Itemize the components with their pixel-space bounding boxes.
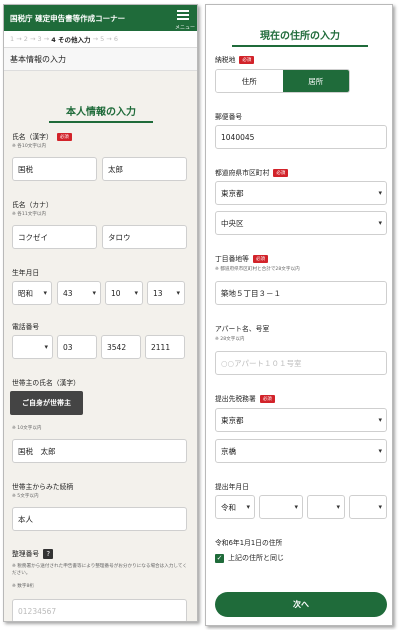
name-kana-note: ※ 各11文字以内 — [12, 212, 47, 217]
submit-year-select[interactable] — [259, 495, 303, 519]
phone-type-select[interactable] — [12, 335, 53, 359]
submit-month-select[interactable] — [307, 495, 345, 519]
menu-label[interactable]: メニュー — [175, 24, 195, 31]
address-heading: 現在の住所の入力 — [232, 27, 368, 47]
next-button[interactable]: 次へ — [215, 592, 387, 617]
relation-label: 世帯主からみた続柄 — [12, 483, 74, 491]
ref-number-input[interactable]: 01234567 — [12, 599, 187, 621]
phone-label: 電話番号 — [12, 323, 40, 331]
tax-place-address-option[interactable]: 住所 — [216, 70, 283, 92]
submit-day-select[interactable] — [349, 495, 387, 519]
postal-code-input[interactable]: 1040045 — [215, 125, 387, 149]
required-badge: 必須 — [239, 56, 255, 64]
required-badge: 必須 — [259, 395, 275, 403]
birthday-label: 生年月日 — [12, 269, 40, 277]
apartment-input[interactable]: ○○アパート１０１号室 — [215, 351, 387, 375]
first-name-kanji-input[interactable]: 太郎 — [102, 157, 187, 181]
birthday-era-select[interactable]: 昭和 — [12, 281, 52, 305]
submit-era-select[interactable]: 令和 — [215, 495, 255, 519]
tax-office-label: 提出先税務署 必須 — [215, 393, 275, 403]
left-panel: 国税庁 確定申告書等作成コーナー メニュー 1 → 2 → 3 → 4 その他入… — [3, 4, 198, 622]
name-kanji-note: ※ 各10文字以内 — [12, 144, 47, 149]
checkmark-icon[interactable]: ✓ — [215, 553, 224, 563]
birthday-year-select[interactable]: 43 — [57, 281, 101, 305]
right-panel: 現在の住所の入力 納税地 必須 住所 居所 郵便番号 1040045 都道府県市区… — [205, 4, 393, 626]
app-title: 国税庁 確定申告書等作成コーナー — [10, 13, 126, 23]
phone-part1-input[interactable]: 03 — [57, 335, 97, 359]
apartment-note: ※ 28文字以内 — [215, 337, 245, 342]
submit-date-label: 提出年月日 — [215, 483, 249, 491]
prefecture-select[interactable]: 東京都 — [215, 181, 387, 205]
step-3: 3 — [37, 35, 42, 43]
householder-name-input[interactable]: 国税 太郎 — [12, 439, 187, 463]
last-name-kana-input[interactable]: コクゼイ — [12, 225, 97, 249]
required-badge: 必須 — [273, 169, 289, 177]
postal-label: 郵便番号 — [215, 113, 243, 121]
ref-number-digits-note: ※ 数字8桁 — [12, 584, 35, 589]
first-name-kana-input[interactable]: タロウ — [102, 225, 187, 249]
step-5: 5 — [100, 35, 105, 43]
phone-part2-input[interactable]: 3542 — [101, 335, 141, 359]
relation-input[interactable]: 本人 — [12, 507, 187, 531]
last-name-kanji-input[interactable]: 国税 — [12, 157, 97, 181]
step-1: 1 — [10, 35, 15, 43]
left-form: 本人情報の入力 氏名（漢字） 必須 ※ 各10文字以内 国税 太郎 氏名（カナ） … — [4, 71, 197, 621]
ref-number-note: ※ 税務署から送付された申告書等により整理番号がお分かりになる場合は入力してくだ… — [12, 564, 187, 576]
prefecture-label: 都道府県市区町村 必須 — [215, 167, 289, 177]
tax-office-select[interactable]: 京橋 — [215, 439, 387, 463]
relation-note: ※ 5文字以内 — [12, 494, 39, 499]
self-householder-button[interactable]: ご自身が世帯主 — [10, 391, 83, 415]
name-kana-label: 氏名（カナ） — [12, 201, 53, 209]
name-kanji-label: 氏名（漢字） 必須 — [12, 131, 72, 141]
tax-office-prefecture-select[interactable]: 東京都 — [215, 408, 387, 432]
address-label: 丁目番地等 必須 — [215, 253, 268, 263]
ref-number-label: 整理番号? — [12, 548, 54, 559]
address-input[interactable]: 築地５丁目３－１ — [215, 281, 387, 305]
section-title: 基本情報の入力 — [4, 47, 197, 71]
tax-place-label: 納税地 必須 — [215, 54, 255, 64]
householder-label: 世帯主の氏名（漢字） — [12, 379, 80, 387]
step-current: 4 その他入力 — [51, 36, 91, 44]
apartment-label: アパート名、号室 — [215, 325, 270, 333]
same-address-label: 上記の住所と同じ — [228, 554, 284, 562]
same-address-checkbox[interactable]: ✓ 上記の住所と同じ — [215, 553, 284, 563]
personal-info-heading: 本人情報の入力 — [49, 103, 153, 123]
tax-place-toggle: 住所 居所 — [215, 69, 350, 93]
phone-part3-input[interactable]: 2111 — [145, 335, 185, 359]
required-badge: 必須 — [252, 255, 268, 263]
householder-note: ※ 10文字以内 — [12, 426, 42, 431]
jan1-address-label: 令和6年1月1日の住所 — [215, 539, 283, 547]
address-note: ※ 都道府県市区町村と合計で28文字以内 — [215, 267, 300, 272]
step-2: 2 — [23, 35, 28, 43]
help-icon[interactable]: ? — [43, 549, 54, 559]
menu-icon[interactable] — [177, 10, 189, 22]
step-indicator: 1 → 2 → 3 → 4 その他入力 → 5 → 6 — [10, 35, 118, 44]
birthday-day-select[interactable]: 13 — [147, 281, 185, 305]
step-6: 6 — [113, 35, 118, 43]
tax-place-residence-option[interactable]: 居所 — [282, 70, 349, 92]
city-select[interactable]: 中央区 — [215, 211, 387, 235]
required-badge: 必須 — [56, 133, 72, 141]
birthday-month-select[interactable]: 10 — [105, 281, 143, 305]
app-header: 国税庁 確定申告書等作成コーナー メニュー — [4, 5, 197, 31]
